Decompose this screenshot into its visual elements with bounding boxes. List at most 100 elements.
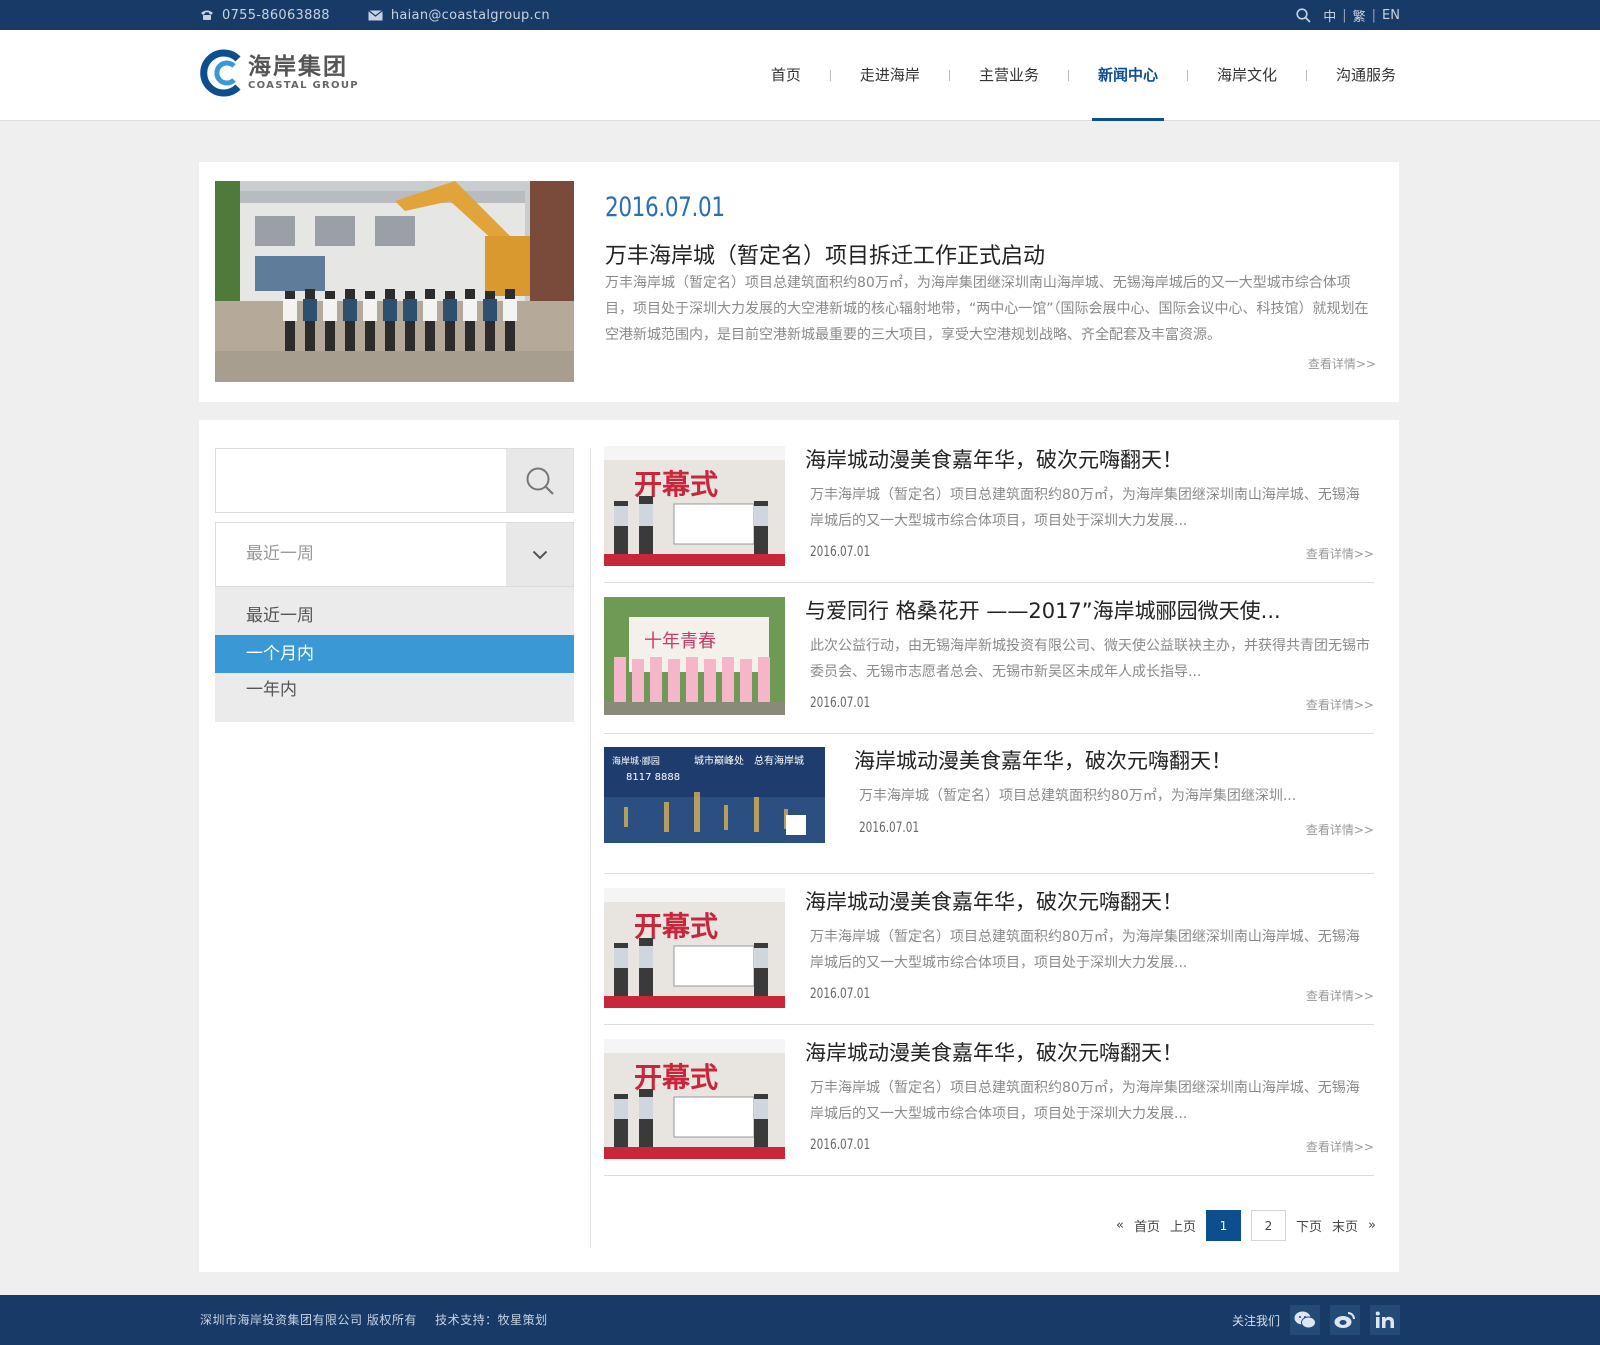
nav-separator — [1186, 69, 1188, 81]
ad-brand-text: 海岸城·郦园 — [612, 755, 660, 767]
news-description: 万丰海岸城（暂定名）项目总建筑面积约80万㎡，为海岸集团继深圳南山海岸城、无锡海… — [810, 487, 1360, 529]
lang-separator: | — [1342, 7, 1347, 23]
phone-info: 0755-86063888 — [200, 8, 330, 23]
news-date: 2016.07.01 — [810, 1137, 871, 1153]
featured-more-link[interactable]: 查看详情>> — [1308, 355, 1376, 372]
follow-us-label: 关注我们 — [1231, 1313, 1280, 1328]
prev-page-link[interactable]: 上页 — [1170, 1216, 1196, 1235]
email-address[interactable]: haian@coastalgroup.cn — [391, 8, 550, 23]
nav-contact[interactable]: 沟通服务 — [1330, 30, 1402, 120]
news-panel: 最近一周 最近一周 一个月内 一年内 开幕式 海岸城动漫美食嘉年华，破次元嗨翻天… — [199, 420, 1399, 1272]
news-thumbnail[interactable]: 开幕式 — [604, 1039, 785, 1159]
search-icon — [526, 467, 554, 495]
copyright-text: 深圳市海岸投资集团有限公司 版权所有 — [200, 1313, 417, 1327]
news-description: 此次公益行动，由无锡海岸新城投资有限公司、微天使公益联袂主办，并获得共青团无锡市… — [810, 638, 1370, 680]
news-more-link[interactable]: 查看详情>> — [1306, 1138, 1374, 1155]
logo-name-cn: 海岸集团 — [248, 54, 348, 80]
dropdown-toggle[interactable] — [506, 523, 573, 586]
news-thumbnail[interactable]: 开幕式 — [604, 888, 785, 1008]
top-bar: 0755-86063888 haian@coastalgroup.cn 中 | … — [0, 0, 1600, 30]
lang-separator: | — [1371, 7, 1377, 23]
featured-title[interactable]: 万丰海岸城（暂定名）项目拆迁工作正式启动 — [605, 238, 1045, 270]
nav-separator — [829, 69, 831, 81]
search-button[interactable] — [506, 449, 573, 512]
first-page-link[interactable]: 首页 — [1134, 1216, 1160, 1235]
news-title[interactable]: 与爱同行 格桑花开 ——2017”海岸城郦园微天使... — [805, 595, 1281, 625]
search-input[interactable] — [216, 449, 506, 512]
news-title[interactable]: 海岸城动漫美食嘉年华，破次元嗨翻天！ — [805, 1037, 1183, 1067]
footer-copyright: 深圳市海岸投资集团有限公司 版权所有 技术支持：牧星策划 — [200, 1295, 562, 1345]
option-last-month[interactable]: 一个月内 — [215, 635, 574, 673]
nav-culture[interactable]: 海岸文化 — [1211, 30, 1283, 120]
next-page-link[interactable]: 下页 — [1296, 1216, 1322, 1235]
nav-separator — [1067, 69, 1069, 81]
search-icon[interactable] — [1296, 7, 1311, 23]
ad-phone-text: 8117 8888 — [626, 772, 680, 783]
charity-banner-text: 十年青春 — [644, 631, 716, 652]
main-nav: 首页 走进海岸 主营业务 新闻中心 海岸文化 沟通服务 — [765, 30, 1402, 121]
news-more-link[interactable]: 查看详情>> — [1306, 821, 1374, 838]
lang-zh-traditional[interactable]: 繁 — [1353, 6, 1366, 25]
news-more-link[interactable]: 查看详情>> — [1306, 987, 1374, 1004]
featured-description: 万丰海岸城（暂定名）项目总建筑面积约80万㎡，为海岸集团继深圳南山海岸城、无锡海… — [605, 275, 1369, 343]
featured-date: 2016.07.01 — [605, 192, 725, 223]
featured-photo[interactable] — [215, 181, 574, 382]
news-date: 2016.07.01 — [810, 986, 871, 1002]
nav-home[interactable]: 首页 — [765, 30, 807, 120]
list-item: 十年青春 与爱同行 格桑花开 ——2017”海岸城郦园微天使... 此次公益行动… — [604, 597, 1374, 734]
pagination: « 首页 上页 1 2 下页 末页 » — [1106, 1210, 1376, 1241]
lang-zh-simplified[interactable]: 中 — [1323, 6, 1336, 25]
news-title[interactable]: 海岸城动漫美食嘉年华，破次元嗨翻天！ — [805, 886, 1183, 916]
wechat-button[interactable] — [1290, 1305, 1320, 1335]
featured-news: 2016.07.01 万丰海岸城（暂定名）项目拆迁工作正式启动 万丰海岸城（暂定… — [199, 162, 1399, 402]
news-thumbnail[interactable]: 海岸城·郦园 城市巅峰处 总有海岸城 8117 8888 — [604, 747, 825, 843]
nav-business[interactable]: 主营业务 — [973, 30, 1045, 120]
wechat-icon — [1294, 1311, 1316, 1329]
site-header: 海岸集团 COASTAL GROUP 首页 走进海岸 主营业务 新闻中心 海岸文… — [0, 30, 1600, 121]
news-date: 2016.07.01 — [810, 544, 871, 560]
option-last-year[interactable]: 一年内 — [215, 671, 574, 709]
nav-separator — [1305, 69, 1307, 81]
search-box — [215, 448, 574, 513]
news-description: 万丰海岸城（暂定名）项目总建筑面积约80万㎡，为海岸集团继深圳... — [859, 788, 1297, 804]
option-last-week[interactable]: 最近一周 — [215, 597, 574, 635]
site-footer: 深圳市海岸投资集团有限公司 版权所有 技术支持：牧星策划 关注我们 — [0, 1295, 1600, 1345]
mail-icon — [367, 9, 383, 20]
first-page-arrow[interactable]: « — [1116, 1218, 1124, 1233]
news-title[interactable]: 海岸城动漫美食嘉年华，破次元嗨翻天！ — [854, 745, 1232, 775]
news-thumbnail[interactable]: 开幕式 — [604, 446, 785, 566]
page-2[interactable]: 2 — [1251, 1210, 1286, 1241]
lang-english[interactable]: EN — [1382, 8, 1400, 23]
last-page-arrow[interactable]: » — [1368, 1218, 1376, 1233]
news-more-link[interactable]: 查看详情>> — [1306, 545, 1374, 562]
last-page-link[interactable]: 末页 — [1332, 1216, 1358, 1235]
divider — [590, 448, 591, 1248]
list-item: 海岸城·郦园 城市巅峰处 总有海岸城 8117 8888 海岸城动漫美食嘉年华，… — [604, 747, 1374, 874]
list-item: 开幕式 海岸城动漫美食嘉年华，破次元嗨翻天！ 万丰海岸城（暂定名）项目总建筑面积… — [604, 446, 1374, 583]
news-thumbnail[interactable]: 十年青春 — [604, 597, 785, 715]
ad-slogan-text: 城市巅峰处 总有海岸城 — [694, 754, 804, 767]
news-date: 2016.07.01 — [859, 820, 920, 836]
news-more-link[interactable]: 查看详情>> — [1306, 696, 1374, 713]
logo[interactable]: 海岸集团 COASTAL GROUP — [200, 49, 359, 97]
weibo-button[interactable] — [1330, 1305, 1360, 1335]
list-item: 开幕式 海岸城动漫美食嘉年华，破次元嗨翻天！ 万丰海岸城（暂定名）项目总建筑面积… — [604, 1039, 1374, 1176]
nav-about[interactable]: 走进海岸 — [854, 30, 926, 120]
email-info[interactable]: haian@coastalgroup.cn — [367, 8, 550, 23]
nav-news[interactable]: 新闻中心 — [1091, 30, 1164, 121]
phone-number: 0755-86063888 — [222, 7, 330, 23]
weibo-icon — [1334, 1312, 1355, 1328]
logo-mark-icon — [200, 49, 241, 97]
phone-icon — [201, 10, 213, 20]
language-switcher: 中 | 繁 | EN — [1296, 6, 1400, 25]
news-description: 万丰海岸城（暂定名）项目总建筑面积约80万㎡，为海岸集团继深圳南山海岸城、无锡海… — [810, 1080, 1360, 1122]
page-1[interactable]: 1 — [1206, 1210, 1241, 1241]
news-title[interactable]: 海岸城动漫美食嘉年华，破次元嗨翻天！ — [805, 444, 1183, 474]
time-range-options: 最近一周 一个月内 一年内 — [215, 587, 574, 722]
social-links: 关注我们 — [1232, 1295, 1400, 1345]
logo-name-en: COASTAL GROUP — [248, 80, 359, 91]
time-range-select[interactable]: 最近一周 — [215, 522, 574, 587]
linkedin-icon — [1375, 1311, 1394, 1328]
news-date: 2016.07.01 — [810, 695, 871, 711]
linkedin-button[interactable] — [1370, 1305, 1400, 1335]
